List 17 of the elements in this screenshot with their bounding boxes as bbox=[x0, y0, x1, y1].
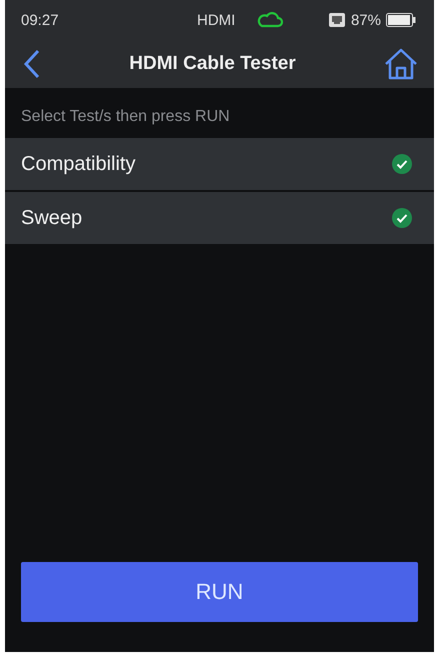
run-button[interactable]: RUN bbox=[21, 562, 418, 622]
connection-label: HDMI bbox=[197, 12, 236, 28]
home-icon bbox=[384, 48, 418, 80]
cloud-icon bbox=[257, 12, 284, 28]
back-button[interactable] bbox=[23, 49, 41, 79]
battery-icon bbox=[386, 13, 416, 27]
ethernet-icon bbox=[328, 12, 346, 28]
test-option[interactable]: Sweep bbox=[5, 192, 434, 244]
battery-percent: 87% bbox=[350, 12, 381, 28]
back-icon bbox=[23, 49, 41, 79]
test-label: Sweep bbox=[21, 206, 82, 230]
test-label: Compatibility bbox=[21, 152, 136, 176]
home-button[interactable] bbox=[384, 48, 418, 80]
status-time: 09:27 bbox=[21, 12, 60, 28]
screen-title: HDMI Cable Tester bbox=[129, 53, 296, 75]
instruction-text: Select Test/s then press RUN bbox=[20, 107, 231, 127]
test-option[interactable]: Compatibility bbox=[5, 138, 434, 190]
